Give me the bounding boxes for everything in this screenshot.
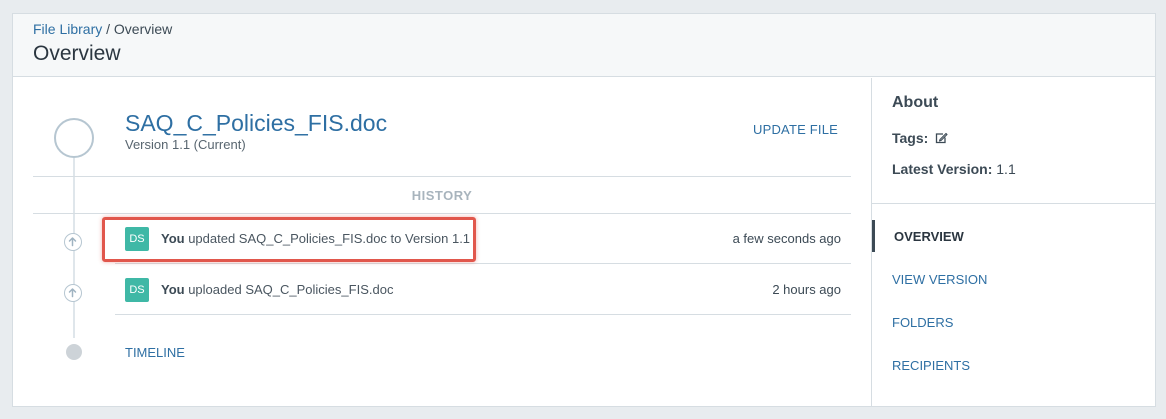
breadcrumb-file-library-link[interactable]: File Library [33, 21, 102, 37]
tags-row: Tags: [892, 130, 948, 147]
history-actor: You [161, 282, 185, 297]
divider [33, 176, 851, 177]
edit-icon[interactable] [935, 131, 948, 147]
breadcrumb-current: Overview [113, 21, 173, 37]
tags-label: Tags: [892, 130, 929, 146]
file-overview-card: File Library / Overview Overview SAQ_C_P… [12, 13, 1156, 407]
history-event-text: You uploaded SAQ_C_Policies_FIS.doc [161, 282, 393, 297]
timeline-link[interactable]: TIMELINE [125, 345, 185, 360]
latest-version-label: Latest Version: [892, 161, 993, 177]
active-nav-indicator [872, 220, 875, 252]
nav-view-version[interactable]: VIEW VERSION [892, 272, 987, 287]
divider [872, 203, 1156, 204]
main-panel: SAQ_C_Policies_FIS.doc Version 1.1 (Curr… [13, 78, 871, 406]
avatar: DS [125, 278, 149, 302]
breadcrumb: File Library / Overview [33, 21, 172, 37]
file-status-circle-icon [54, 118, 94, 158]
history-time: a few seconds ago [732, 231, 841, 246]
page-title: Overview [33, 42, 121, 65]
nav-recipients[interactable]: RECIPIENTS [892, 358, 970, 373]
breadcrumb-separator: / [102, 21, 114, 37]
timeline-dot-icon [66, 344, 82, 360]
history-actor: You [161, 231, 185, 246]
file-version: Version 1.1 (Current) [125, 137, 246, 152]
file-name-link[interactable]: SAQ_C_Policies_FIS.doc [125, 110, 387, 137]
page-header: File Library / Overview Overview [13, 14, 1155, 77]
nav-overview[interactable]: OVERVIEW [894, 229, 964, 244]
update-file-button[interactable]: UPDATE FILE [753, 122, 838, 137]
history-row[interactable]: DS You updated SAQ_C_Policies_FIS.doc to… [102, 214, 851, 264]
history-event-text: You updated SAQ_C_Policies_FIS.doc to Ve… [161, 231, 470, 246]
about-title: About [892, 94, 939, 111]
latest-version-row: Latest Version: 1.1 [892, 161, 1016, 177]
about-sidebar: About Tags: Latest Version: 1.1 OVERVIEW… [871, 78, 1156, 406]
avatar: DS [125, 227, 149, 251]
latest-version-value: 1.1 [992, 161, 1016, 177]
upload-arrow-icon [64, 233, 82, 251]
history-row[interactable]: DS You uploaded SAQ_C_Policies_FIS.doc 2… [115, 265, 851, 315]
history-description: updated SAQ_C_Policies_FIS.doc to Versio… [184, 231, 471, 246]
history-heading: HISTORY [411, 188, 473, 203]
history-description: uploaded SAQ_C_Policies_FIS.doc [184, 282, 394, 297]
nav-folders[interactable]: FOLDERS [892, 315, 953, 330]
history-time: 2 hours ago [772, 282, 841, 297]
upload-arrow-icon [64, 284, 82, 302]
